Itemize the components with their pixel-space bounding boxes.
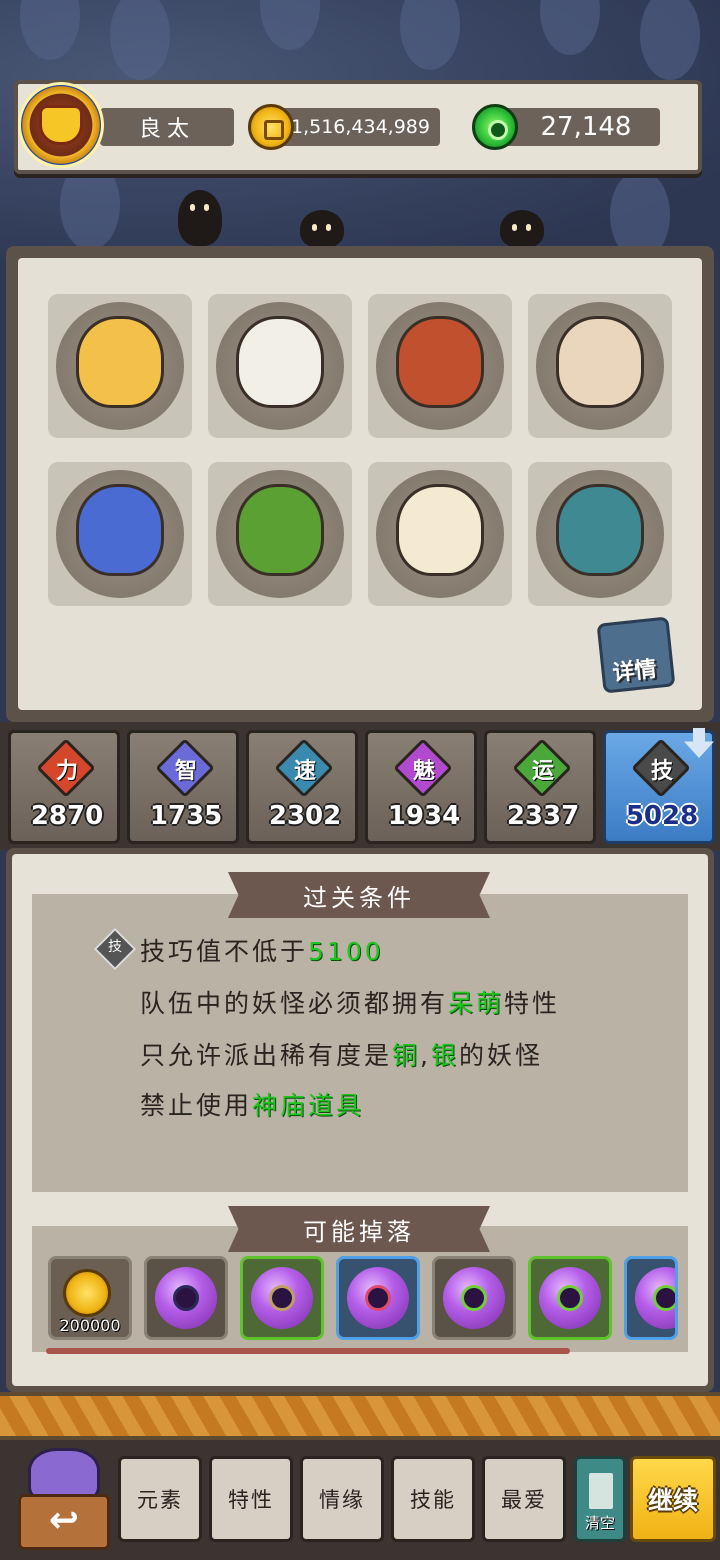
continue-button[interactable]: 继续: [630, 1456, 716, 1542]
condition-text: 特性: [504, 989, 561, 1018]
stat-value: 2302: [268, 801, 342, 831]
drop-item-coins[interactable]: 200000: [48, 1256, 132, 1340]
condition-text: 禁止使用: [140, 1091, 253, 1120]
back-button[interactable]: ↩: [18, 1448, 110, 1552]
stat-tab[interactable]: 力 2870: [8, 730, 120, 844]
monster-portrait-icon: [396, 316, 484, 408]
stat-value: 2870: [30, 801, 104, 831]
team-slot[interactable]: [368, 294, 512, 438]
drop-item-orb[interactable]: [240, 1256, 324, 1340]
details-button[interactable]: 详情: [596, 616, 676, 694]
condition-value: 铜: [392, 1041, 421, 1070]
coin-stack-icon: [63, 1269, 111, 1317]
player-avatar[interactable]: [18, 82, 104, 168]
stat-symbol: 技: [650, 759, 673, 784]
drops-scrollbar[interactable]: [46, 1348, 570, 1354]
details-label: 详情: [611, 656, 658, 687]
stat-tab[interactable]: 魅 1934: [365, 730, 477, 844]
team-slot[interactable]: [48, 462, 192, 606]
drop-amount: 200000: [59, 1316, 121, 1335]
stat-symbol: 智: [174, 759, 197, 784]
stat-symbol: 运: [531, 759, 554, 784]
pillar-icon: [589, 1473, 613, 1509]
monster-portrait-icon: [236, 484, 324, 576]
condition-value: 神庙道具: [252, 1091, 365, 1120]
orb-core-icon: [653, 1285, 675, 1311]
condition-value: 呆萌: [448, 989, 505, 1018]
clear-button[interactable]: 清空: [574, 1456, 626, 1542]
team-slot[interactable]: [528, 294, 672, 438]
back-arrow-icon: ↩: [18, 1494, 110, 1550]
team-slot[interactable]: [208, 294, 352, 438]
drop-item-orb[interactable]: [624, 1256, 678, 1340]
team-slot[interactable]: [48, 294, 192, 438]
stat-tab[interactable]: 速 2302: [246, 730, 358, 844]
monster-portrait-icon: [556, 484, 644, 576]
drop-item-orb[interactable]: [144, 1256, 228, 1340]
coin-icon: [248, 104, 294, 150]
orb-core-icon: [557, 1285, 583, 1311]
condition-trait: 队伍中的妖怪必须都拥有呆萌特性: [140, 984, 560, 1020]
team-slot[interactable]: [208, 462, 352, 606]
condition-text: 队伍中的妖怪必须都拥有: [140, 989, 449, 1018]
condition-value: 银: [430, 1041, 459, 1070]
mask-icon: [39, 105, 83, 145]
stat-symbol: 魅: [412, 759, 435, 784]
orb-core-icon: [365, 1285, 391, 1311]
orb-core-icon: [461, 1285, 487, 1311]
monster-portrait-icon: [236, 316, 324, 408]
monster-portrait-icon: [76, 484, 164, 576]
stat-tab[interactable]: 运 2337: [484, 730, 596, 844]
shadow-critter-icon: [178, 190, 222, 246]
shadow-critter-icon: [500, 210, 544, 248]
orb-core-icon: [269, 1285, 295, 1311]
stat-value: 2337: [506, 801, 580, 831]
conditions-title: 过关条件: [228, 872, 490, 918]
monster-portrait-icon: [556, 316, 644, 408]
skill-badge-label: 技: [108, 939, 122, 955]
monster-portrait-icon: [76, 316, 164, 408]
monster-portrait-icon: [396, 484, 484, 576]
decorative-border: [0, 1392, 720, 1440]
filter-tab[interactable]: 元素: [118, 1456, 202, 1542]
team-slot[interactable]: [528, 462, 672, 606]
filter-tab[interactable]: 情缘: [300, 1456, 384, 1542]
filter-tab[interactable]: 最爱: [482, 1456, 566, 1542]
team-slot[interactable]: [368, 462, 512, 606]
stat-tab[interactable]: 智 1735: [127, 730, 239, 844]
condition-skill: 技巧值不低于5100: [140, 932, 384, 968]
drop-item-orb[interactable]: [336, 1256, 420, 1340]
condition-text: 只允许派出稀有度是: [140, 1041, 393, 1070]
stat-value: 5028: [625, 801, 699, 831]
condition-rarity: 只允许派出稀有度是铜,银的妖怪: [140, 1036, 543, 1072]
drop-item-orb[interactable]: [432, 1256, 516, 1340]
coin-count: 1,516,434,989: [274, 108, 440, 146]
condition-value: 5100: [308, 937, 384, 966]
orb-core-icon: [173, 1285, 199, 1311]
drop-item-orb[interactable]: [528, 1256, 612, 1340]
stat-value: 1934: [387, 801, 461, 831]
stat-value: 1735: [149, 801, 223, 831]
condition-text: 技巧值不低于: [140, 937, 309, 966]
clear-label: 清空: [584, 1514, 615, 1532]
drops-title: 可能掉落: [228, 1206, 490, 1252]
stat-symbol: 速: [293, 759, 316, 784]
filter-tab[interactable]: 技能: [391, 1456, 475, 1542]
condition-items: 禁止使用神庙道具: [140, 1086, 364, 1122]
condition-text: 的妖怪: [459, 1041, 544, 1070]
player-name: 良太: [100, 108, 234, 146]
condition-separator: ,: [420, 1041, 431, 1070]
shadow-critter-icon: [300, 210, 344, 248]
gem-icon: [472, 104, 518, 150]
stat-symbol: 力: [55, 759, 78, 784]
filter-tab[interactable]: 特性: [209, 1456, 293, 1542]
